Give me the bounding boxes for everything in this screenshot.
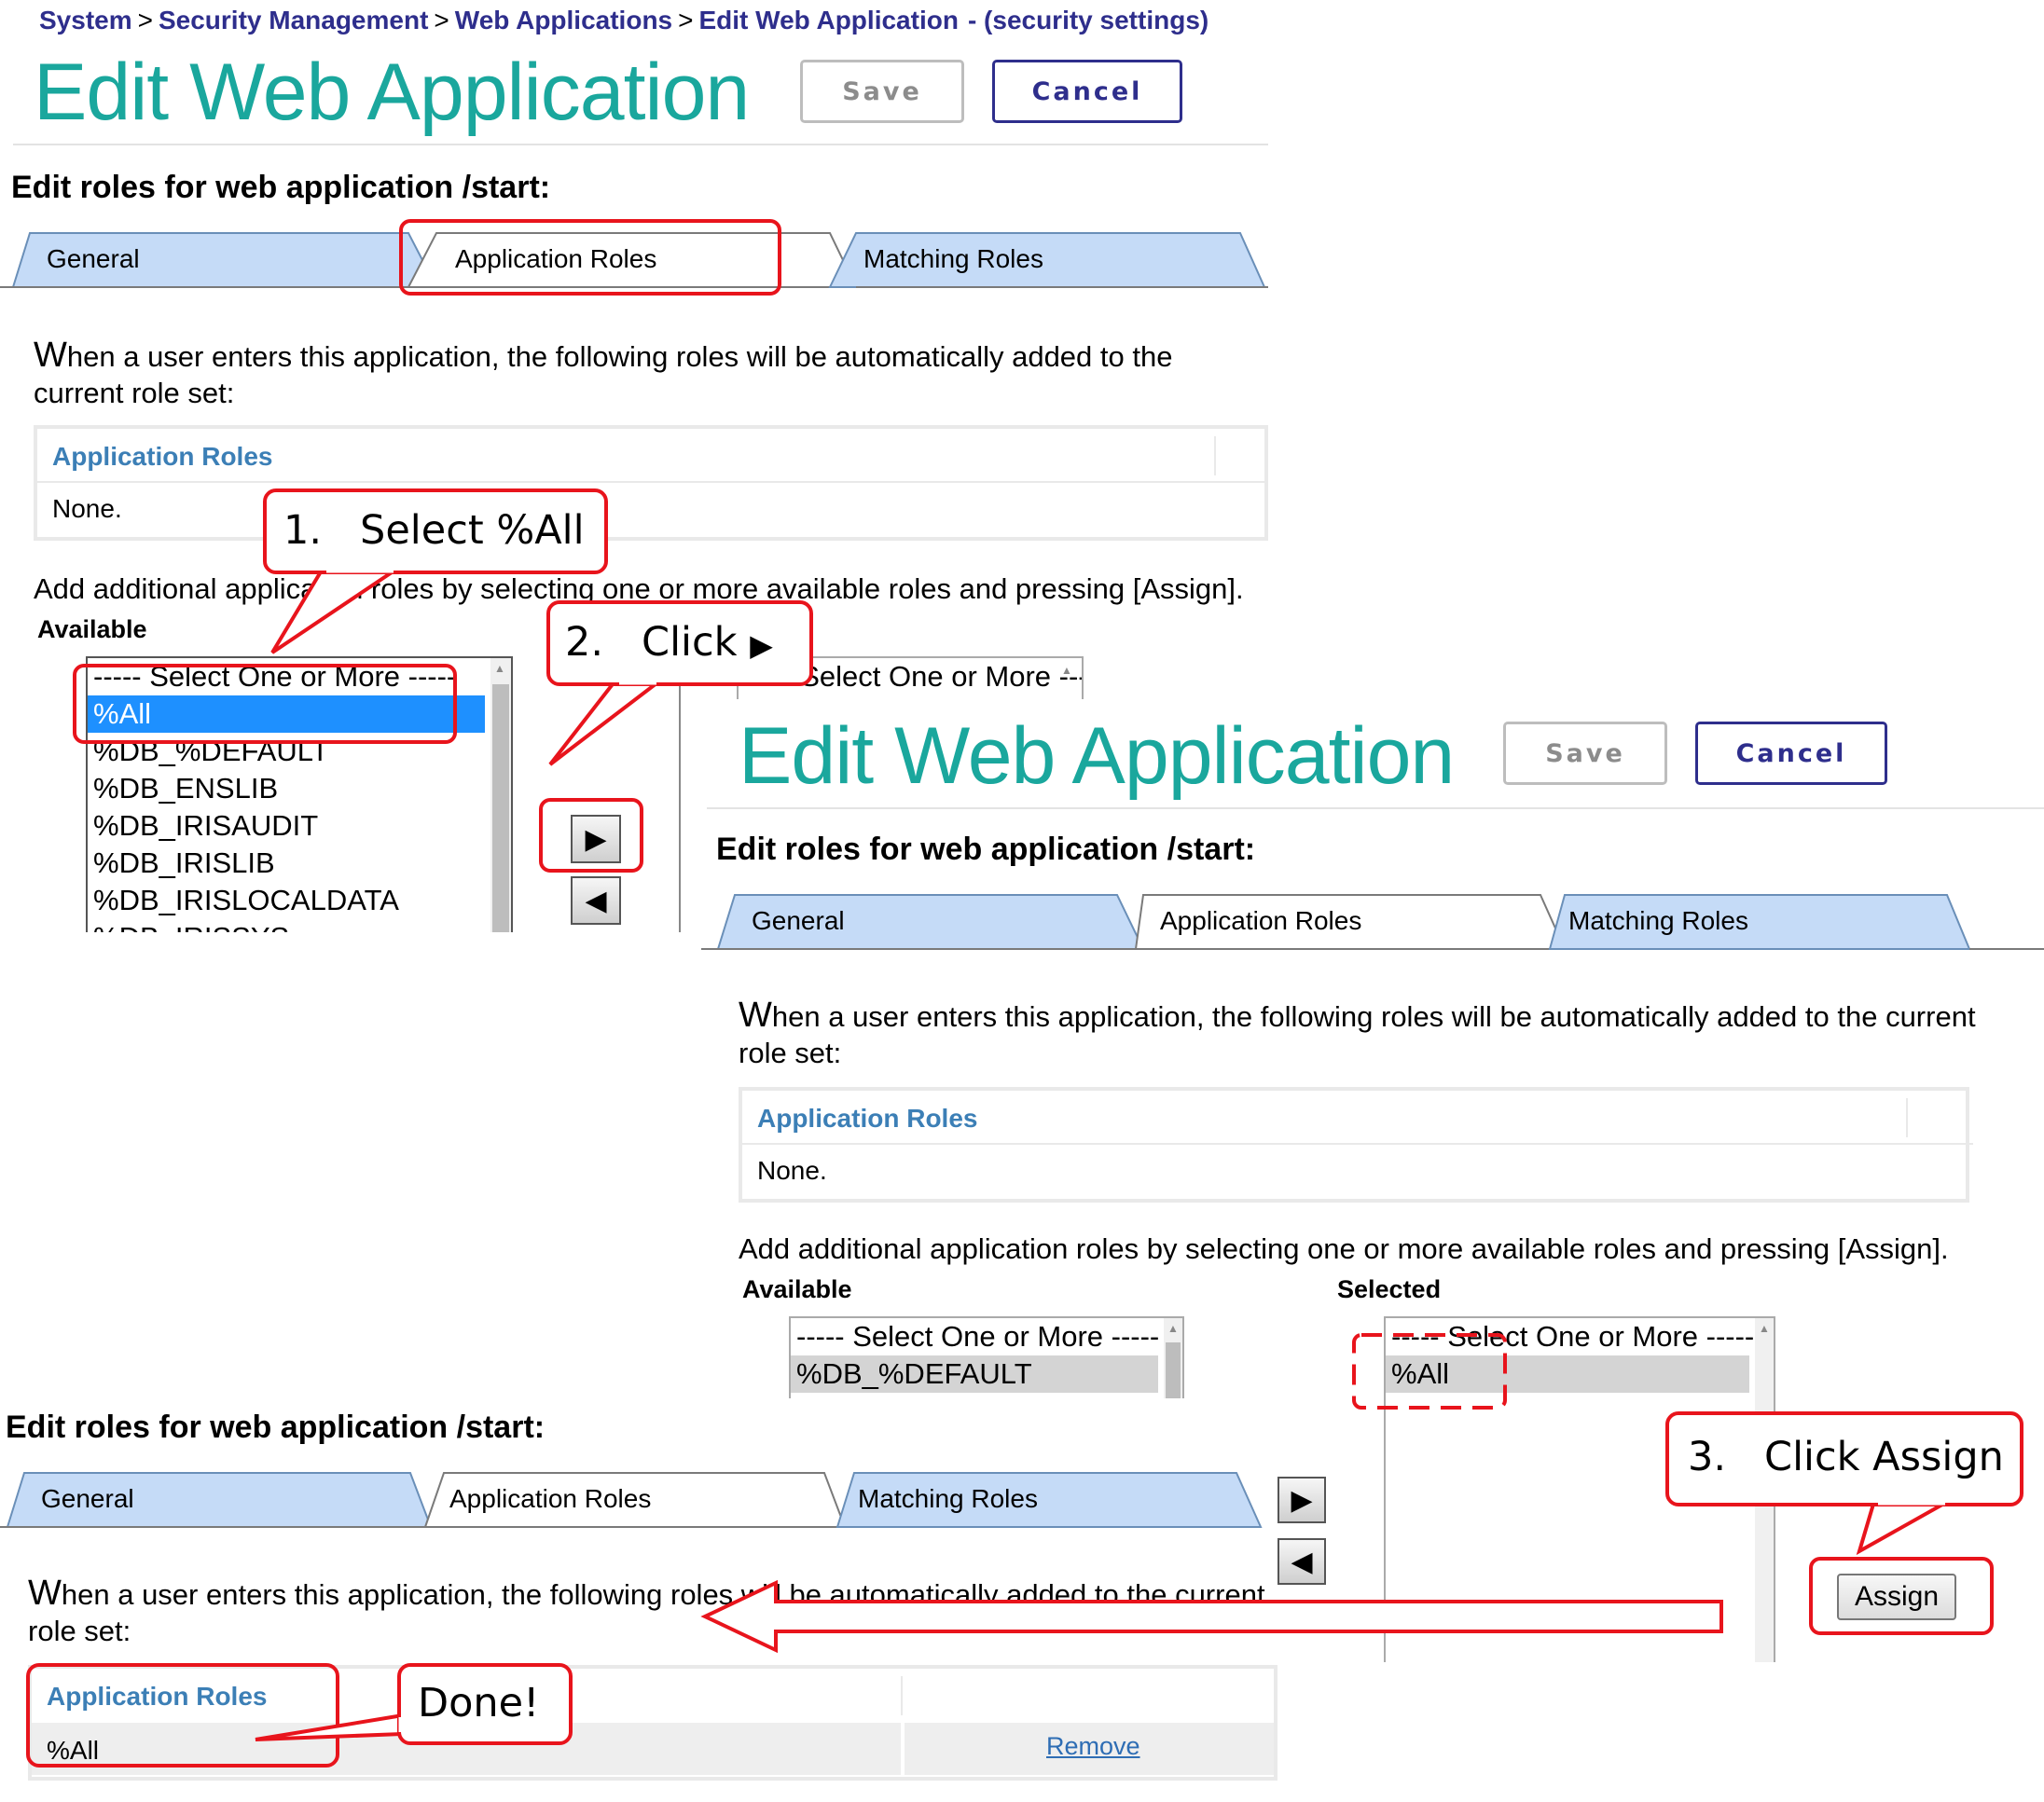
callout1-text: Select %All	[360, 507, 585, 554]
highlight-application-roles-tab	[399, 219, 781, 296]
highlight-all-option	[73, 664, 457, 744]
highlight-assign-button	[1809, 1557, 1994, 1635]
highlight-move-right-button	[539, 798, 643, 873]
done-pointer	[255, 1713, 405, 1741]
callout3-text: Click Assign	[1764, 1434, 2004, 1480]
callout2-pointer	[548, 679, 666, 766]
callout3-pointer	[1856, 1499, 1956, 1556]
callout1-label: 1. Select %All	[283, 507, 585, 554]
callout1-number: 1.	[283, 507, 323, 554]
highlight-selected-all-dashed	[1352, 1333, 1507, 1410]
callout2-text: Click	[642, 619, 738, 666]
annotation-layer	[26, 219, 2023, 1768]
callout2-label: 2. Click ▶	[565, 619, 773, 666]
callout2-number: 2.	[565, 619, 604, 666]
callout3-label: 3. Click Assign	[1688, 1434, 2004, 1480]
callout1-pointer	[270, 567, 404, 654]
highlight-assigned-role	[26, 1663, 339, 1768]
result-arrow	[700, 1579, 1723, 1654]
callout3-number: 3.	[1688, 1434, 1727, 1480]
triangle-right-icon: ▶	[750, 627, 773, 663]
done-label: Done!	[418, 1680, 540, 1726]
